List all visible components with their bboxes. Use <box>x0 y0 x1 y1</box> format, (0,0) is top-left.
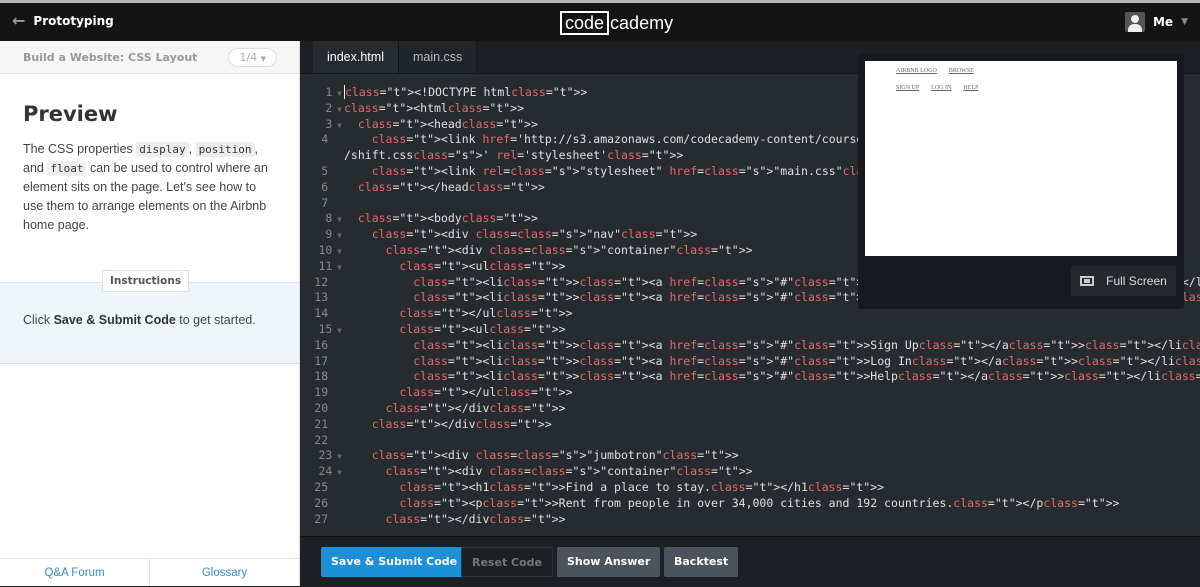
code-line[interactable]: class="t"><div class=class="s">"containe… <box>344 464 753 480</box>
code-line[interactable]: class="t"></divclass="t">> <box>344 417 552 433</box>
line-number: 20 <box>314 401 342 415</box>
code-line[interactable]: class="t"><div class=class="s">"containe… <box>344 243 753 259</box>
line-number: 17 <box>314 353 342 368</box>
logo-box: code <box>560 11 610 35</box>
code-line[interactable]: class="t"><div class=class="s">"jumbotro… <box>344 448 739 464</box>
code-line[interactable]: class="t"><link rel=class="s">"styleshee… <box>344 164 919 180</box>
back-arrow-icon: ← <box>12 11 26 30</box>
code-line[interactable]: class="t"><h1class="t">>Find a place to … <box>344 480 884 496</box>
code-line[interactable]: class="t"></divclass="t">> <box>344 401 566 417</box>
lesson-description: The CSS properties display, position, and… <box>23 142 268 232</box>
preview-nav-row-1: AIRBNB LOGO BROWSE <box>896 68 974 74</box>
line-number: 13 <box>314 290 342 305</box>
line-number: 11 ▼ <box>318 258 343 273</box>
preview-nav-row-2: SIGN UP LOG IN HELP <box>896 85 978 91</box>
line-number: 27 <box>314 511 342 526</box>
logo-text: cademy <box>610 12 674 33</box>
code-line[interactable]: class="t"></ulclass="t">> <box>344 385 572 401</box>
line-number: 6 <box>321 179 342 194</box>
line-number: 2 ▼ <box>325 100 342 115</box>
show-answer-button[interactable]: Show Answer <box>557 547 661 577</box>
top-navbar: ← Prototyping code cademy Me ▼ <box>0 0 1200 41</box>
line-number: 25 <box>314 480 342 494</box>
back-to-course-link[interactable]: ← Prototyping <box>12 13 114 29</box>
code-line[interactable]: class="t"><liclass="t">>class="t"><a hre… <box>344 338 1200 354</box>
line-number: 5 <box>321 164 342 178</box>
line-number: 4 <box>321 132 342 147</box>
lesson-title: Build a Website: CSS Layout <box>23 50 198 64</box>
code-line[interactable]: class="t"><div class=class="s">"nav"clas… <box>344 227 697 243</box>
code-line[interactable]: class="t"><ulclass="t">> <box>344 259 565 275</box>
chevron-down-icon: ▼ <box>260 54 266 63</box>
line-number: 7 <box>321 195 342 210</box>
code-line[interactable]: class="t"></divclass="t">> <box>344 512 566 528</box>
lesson-panel: Build a Website: CSS Layout 1/4 ▼ Previe… <box>0 41 300 586</box>
instructions-label: Instructions <box>102 270 190 292</box>
avatar <box>1124 12 1145 32</box>
preview-link[interactable]: AIRBNB LOGO <box>896 68 937 74</box>
line-number: 26 <box>314 495 342 510</box>
code-line[interactable]: class="t"></ulclass="t">> <box>344 306 572 322</box>
code-line[interactable]: class="t"></headclass="t">> <box>344 180 545 196</box>
lesson-progress: 1/4 <box>239 50 258 64</box>
line-number: 22 <box>314 432 342 447</box>
backtest-button[interactable]: Backtest <box>664 547 739 577</box>
line-number: 21 <box>314 416 342 431</box>
line-number: 10 ▼ <box>318 243 343 257</box>
line-number <box>300 148 342 164</box>
line-number: 8 ▼ <box>325 211 342 226</box>
code-line[interactable]: class="t"><bodyclass="t">> <box>344 211 538 227</box>
code-line[interactable]: class="t"><liclass="t">>class="t"><a hre… <box>344 369 1200 385</box>
full-screen-label: Full Screen <box>1106 274 1167 288</box>
code-line[interactable]: /shift.cssclass="s">' rel='stylesheet'cl… <box>344 148 683 164</box>
line-number: 14 <box>314 306 342 321</box>
chevron-down-icon: ▼ <box>1181 17 1188 27</box>
code-line[interactable]: class="t"><link href='http://s3.amazonaw… <box>344 132 926 148</box>
code-line[interactable]: class="t"><!DOCTYPE htmlclass="t">> <box>344 85 587 101</box>
user-menu[interactable]: Me ▼ <box>1124 12 1188 32</box>
line-number: 12 <box>314 274 342 289</box>
lesson-header: Build a Website: CSS Layout 1/4 ▼ <box>0 41 299 74</box>
line-number: 9 ▼ <box>325 227 342 242</box>
code-position: position <box>195 142 255 157</box>
preview-pane: AIRBNB LOGO BROWSE SIGN UP LOG IN HELP F… <box>858 54 1184 309</box>
full-screen-button[interactable]: Full Screen <box>1071 266 1176 296</box>
action-bar: Save & Submit Code Reset Code Show Answe… <box>300 536 1200 586</box>
reset-code-button[interactable]: Reset Code <box>461 547 553 577</box>
preview-link[interactable]: SIGN UP <box>896 85 919 91</box>
line-number: 24 ▼ <box>318 464 343 479</box>
fullscreen-icon <box>1080 276 1095 286</box>
instructions-box: Instructions Click Save & Submit Code to… <box>0 270 299 364</box>
line-number: 3 ▼ <box>325 116 342 131</box>
tab-index-html[interactable]: index.html <box>313 41 398 73</box>
user-name: Me <box>1152 15 1174 29</box>
tab-main-css[interactable]: main.css <box>397 41 478 73</box>
code-line[interactable]: class="t"><headclass="t">> <box>344 117 538 133</box>
codecademy-logo[interactable]: code cademy <box>560 11 673 35</box>
course-name: Prototyping <box>33 14 114 28</box>
code-line[interactable]: class="t"><htmlclass="t">> <box>344 101 524 117</box>
code-line[interactable]: class="t"><ulclass="t">> <box>344 322 565 338</box>
line-number: 15 ▼ <box>318 322 343 336</box>
instructions-text: Click Save & Submit Code to get started. <box>23 313 256 327</box>
preview-link[interactable]: LOG IN <box>931 85 951 91</box>
code-float: float <box>47 161 87 176</box>
preview-link[interactable]: BROWSE <box>949 68 974 74</box>
code-line[interactable]: class="t"><liclass="t">>class="t"><a hre… <box>344 354 1200 370</box>
preview-frame: AIRBNB LOGO BROWSE SIGN UP LOG IN HELP <box>865 61 1177 256</box>
save-submit-button[interactable]: Save & Submit Code <box>321 547 468 577</box>
lesson-progress-dropdown[interactable]: 1/4 ▼ <box>228 47 277 67</box>
qa-forum-link[interactable]: Q&A Forum <box>0 559 149 586</box>
glossary-link[interactable]: Glossary <box>149 559 299 586</box>
lesson-footer: Q&A Forum Glossary <box>0 558 299 586</box>
line-number: 18 <box>314 369 342 384</box>
line-number: 23 ▼ <box>318 448 343 463</box>
line-number: 1 ▼ <box>325 85 342 99</box>
line-number: 19 <box>314 385 342 400</box>
preview-link[interactable]: HELP <box>963 85 978 91</box>
line-number: 16 <box>314 337 342 352</box>
code-line[interactable]: class="t"><pclass="t">>Rent from people … <box>344 496 1119 512</box>
lesson-heading: Preview <box>23 102 118 126</box>
code-display: display <box>136 142 189 157</box>
